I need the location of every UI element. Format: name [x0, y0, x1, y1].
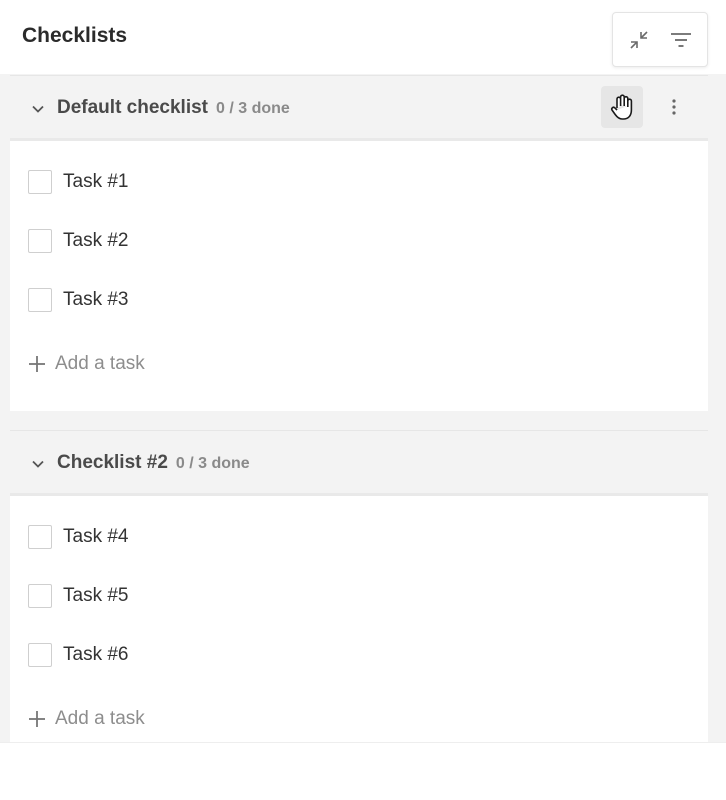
add-task-label: Add a task	[55, 708, 145, 729]
task-item: Task #4	[10, 517, 708, 557]
panel-header: Checklists	[0, 0, 726, 74]
filter-icon	[671, 33, 691, 47]
checklist-section: Checklist #2 0 / 3 done Task #4 Task #5 T…	[10, 430, 708, 742]
task-label[interactable]: Task #3	[63, 289, 128, 311]
add-task-button[interactable]: Add a task	[26, 703, 226, 737]
filter-button[interactable]	[667, 26, 695, 54]
task-item: Task #3	[10, 280, 708, 320]
task-label[interactable]: Task #5	[63, 585, 128, 607]
plus-icon	[29, 711, 45, 727]
task-checkbox[interactable]	[28, 170, 52, 194]
task-checkbox[interactable]	[28, 525, 52, 549]
task-label[interactable]: Task #1	[63, 171, 128, 193]
task-checkbox[interactable]	[28, 288, 52, 312]
checklist-body: Task #4 Task #5 Task #6 Add a task	[10, 496, 708, 742]
checklist-section: Default checklist 0 / 3 done Task #1 Tas…	[10, 75, 708, 411]
collapse-all-button[interactable]	[625, 26, 653, 54]
header-toolbar	[612, 12, 708, 67]
drag-handle[interactable]	[601, 86, 643, 128]
panel-footer	[0, 742, 726, 800]
page-title: Checklists	[22, 24, 128, 47]
checklist-name: Checklist #2	[57, 452, 168, 473]
grab-hand-icon	[610, 94, 633, 120]
task-item: Task #1	[10, 162, 708, 202]
checklist-progress: 0 / 3 done	[175, 455, 250, 472]
collapse-icon	[630, 31, 648, 49]
task-checkbox[interactable]	[28, 584, 52, 608]
checklist-body: Task #1 Task #2 Task #3 Add a task	[10, 141, 708, 411]
more-vertical-icon	[672, 99, 676, 115]
add-task-label: Add a task	[55, 353, 145, 374]
task-label[interactable]: Task #2	[63, 230, 128, 252]
checklist-title[interactable]: Checklist #2 0 / 3 done	[57, 452, 250, 474]
task-item: Task #2	[10, 221, 708, 261]
task-item: Task #5	[10, 576, 708, 616]
chevron-down-icon[interactable]	[30, 101, 46, 117]
checklist-name: Default checklist	[57, 97, 208, 118]
checklist-title[interactable]: Default checklist 0 / 3 done	[57, 97, 290, 119]
task-label[interactable]: Task #6	[63, 644, 128, 666]
add-task-button[interactable]: Add a task	[26, 348, 226, 382]
checklist-header: Default checklist 0 / 3 done	[10, 75, 708, 141]
task-checkbox[interactable]	[28, 229, 52, 253]
task-item: Task #6	[10, 635, 708, 675]
checklist-header: Checklist #2 0 / 3 done	[10, 430, 708, 496]
checklists-panel: Checklists Default checklist 0 / 3 done …	[0, 0, 726, 742]
chevron-down-icon[interactable]	[30, 456, 46, 472]
task-checkbox[interactable]	[28, 643, 52, 667]
more-options-button[interactable]	[662, 90, 686, 124]
checklist-progress: 0 / 3 done	[216, 100, 290, 117]
plus-icon	[29, 356, 45, 372]
task-label[interactable]: Task #4	[63, 526, 128, 548]
